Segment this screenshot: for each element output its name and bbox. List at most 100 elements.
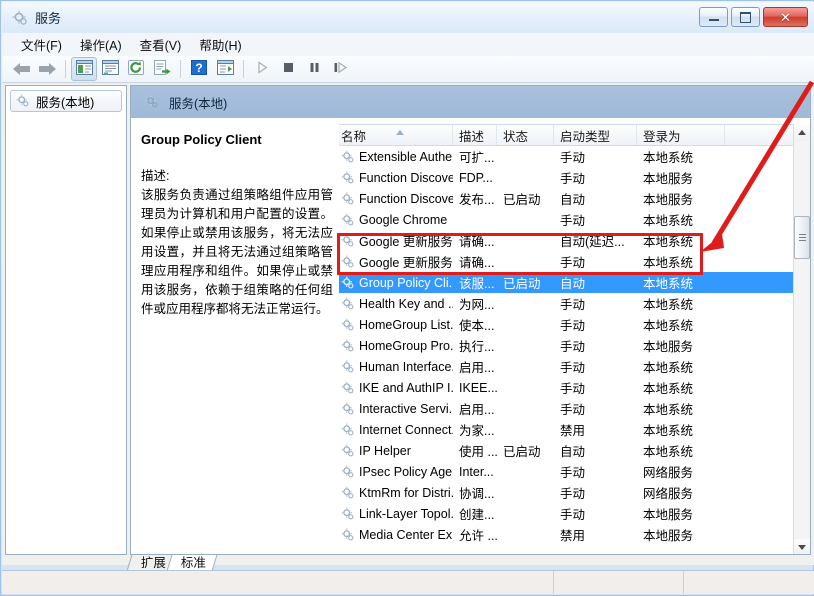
cell-description: 启用...: [459, 403, 495, 417]
cell-status: 已启动: [503, 277, 541, 291]
cell-log-on-as: 本地系统: [643, 235, 694, 249]
cell-description: FDP...: [459, 170, 493, 185]
table-row[interactable]: Function Discove... 发布... 已启动 自动 本地服务: [339, 188, 810, 209]
restart-service-icon: [333, 61, 348, 77]
help-icon: ?: [191, 60, 207, 78]
service-gear-icon: [341, 234, 355, 248]
column-header-name[interactable]: 名称: [339, 125, 453, 145]
table-row[interactable]: IP Helper 使用 ... 已启动 自动 本地系统: [339, 440, 810, 461]
main-content: 服务(本地) 服务(本地) Group Policy Client 描述: 该服…: [2, 84, 814, 565]
pause-service-icon: [308, 61, 321, 77]
service-gear-icon: [341, 192, 355, 206]
back-arrow-icon: [12, 62, 30, 76]
cell-service-name: Google 更新服务...: [339, 231, 453, 250]
start-service-button[interactable]: [249, 57, 275, 81]
show-hide-tree-button[interactable]: [71, 57, 97, 81]
stop-service-icon: [282, 61, 295, 77]
table-row[interactable]: IPsec Policy Agent Inter... 手动 网络服务: [339, 461, 810, 482]
stop-service-button[interactable]: [275, 57, 301, 81]
service-description-panel: Group Policy Client 描述: 该服务负责通过组策略组件应用管理…: [131, 118, 339, 554]
cell-startup-type: 自动(延迟...: [560, 235, 625, 249]
cell-startup-type: 手动: [560, 340, 586, 354]
help-button[interactable]: ?: [186, 57, 212, 81]
menu-bar: 文件(F) 操作(A) 查看(V) 帮助(H): [2, 33, 814, 57]
table-row[interactable]: KtmRm for Distri... 协调... 手动 网络服务: [339, 482, 810, 503]
cell-description: Inter...: [459, 464, 494, 479]
refresh-button[interactable]: [123, 57, 149, 81]
cell-service-name: IKE and AuthIP I...: [339, 381, 453, 395]
cell-service-name: Media Center Ex...: [339, 528, 453, 542]
service-gear-icon: [341, 171, 355, 185]
column-header-status[interactable]: 状态: [497, 125, 554, 145]
column-header-description[interactable]: 描述: [453, 125, 497, 145]
toolbar-separator-3: [243, 60, 244, 78]
cell-startup-type: 手动: [560, 151, 586, 165]
properties-button[interactable]: [97, 57, 123, 81]
cell-startup-type: 自动: [560, 193, 586, 207]
service-gear-icon: [341, 360, 355, 374]
export-list-button[interactable]: [149, 57, 175, 81]
table-row[interactable]: Group Policy Cli... 该服... 已启动 自动 本地系统: [339, 272, 810, 293]
cell-log-on-as: 本地服务: [643, 172, 694, 186]
table-row[interactable]: Interactive Servi... 启用... 手动 本地系统: [339, 398, 810, 419]
cell-service-name: Function Discove...: [339, 192, 453, 206]
cell-description: 该服...: [459, 277, 495, 291]
service-gear-icon: [341, 402, 355, 416]
maximize-icon: [740, 11, 751, 23]
column-header-log-on-as[interactable]: 登录为: [637, 125, 725, 145]
scrollbar-thumb[interactable]: [794, 216, 810, 259]
cell-service-name: Link-Layer Topol...: [339, 507, 453, 521]
maximize-button[interactable]: [731, 7, 760, 27]
results-pane: 服务(本地) Group Policy Client 描述: 该服务负责通过组策…: [130, 85, 811, 555]
show-action-pane-button[interactable]: [212, 57, 238, 81]
minimize-button[interactable]: [699, 7, 728, 27]
table-row[interactable]: Function Discove... FDP... 手动 本地服务: [339, 167, 810, 188]
table-row[interactable]: Internet Connect... 为家... 禁用 本地系统: [339, 419, 810, 440]
cell-description: 请确...: [459, 235, 495, 249]
table-row[interactable]: Google 更新服务... 请确... 手动 本地系统: [339, 251, 810, 272]
toolbar: ?: [2, 56, 814, 83]
cell-log-on-as: 本地服务: [643, 529, 694, 543]
table-row[interactable]: Human Interface... 启用... 手动 本地系统: [339, 356, 810, 377]
column-header-startup-type[interactable]: 启动类型: [554, 125, 637, 145]
close-icon: ✕: [780, 9, 791, 25]
cell-startup-type: 手动: [560, 487, 586, 501]
close-button[interactable]: ✕: [763, 7, 808, 27]
table-row[interactable]: HomeGroup Pro... 执行... 手动 本地服务: [339, 335, 810, 356]
cell-startup-type: 手动: [560, 319, 586, 333]
table-row[interactable]: HomeGroup List... 使本... 手动 本地系统: [339, 314, 810, 335]
cell-description: 发布...: [459, 193, 495, 207]
table-row[interactable]: IKE and AuthIP I... IKEE... 手动 本地系统: [339, 377, 810, 398]
table-row[interactable]: Google Chrome 手动 本地系统: [339, 209, 810, 230]
table-row[interactable]: Health Key and ... 为网... 手动 本地系统: [339, 293, 810, 314]
restart-service-button[interactable]: [327, 57, 353, 81]
service-gear-icon: [145, 95, 159, 109]
scroll-up-button[interactable]: [794, 124, 810, 141]
table-row[interactable]: Extensible Authe... 可扩... 手动 本地系统: [339, 146, 810, 167]
service-gear-icon: [341, 444, 355, 458]
menu-file[interactable]: 文件(F): [12, 32, 71, 57]
table-row[interactable]: Google 更新服务... 请确... 自动(延迟... 本地系统: [339, 230, 810, 251]
cell-service-name: Extensible Authe...: [339, 150, 453, 164]
tree-item-services-local[interactable]: 服务(本地): [10, 90, 122, 112]
menu-help[interactable]: 帮助(H): [190, 32, 250, 57]
cell-log-on-as: 本地服务: [643, 508, 694, 522]
table-row[interactable]: Media Center Ex... 允许 ... 禁用 本地服务: [339, 524, 810, 545]
cell-log-on-as: 本地系统: [643, 277, 694, 291]
forward-button[interactable]: [34, 57, 60, 81]
cell-log-on-as: 网络服务: [643, 487, 694, 501]
menu-view[interactable]: 查看(V): [131, 32, 191, 57]
selected-service-name: Group Policy Client: [141, 132, 262, 147]
back-button[interactable]: [8, 57, 34, 81]
table-row[interactable]: Link-Layer Topol... 创建... 手动 本地服务: [339, 503, 810, 524]
cell-service-name: Function Discove...: [339, 171, 453, 185]
list-vertical-scrollbar[interactable]: [793, 124, 810, 554]
window-title: 服务: [35, 11, 62, 26]
pause-service-button[interactable]: [301, 57, 327, 81]
scroll-down-button[interactable]: [794, 539, 810, 554]
status-bar: [2, 570, 814, 594]
service-gear-icon: [341, 213, 355, 227]
menu-action[interactable]: 操作(A): [71, 32, 131, 57]
service-gear-icon: [341, 528, 355, 542]
service-gear-icon: [341, 381, 355, 395]
